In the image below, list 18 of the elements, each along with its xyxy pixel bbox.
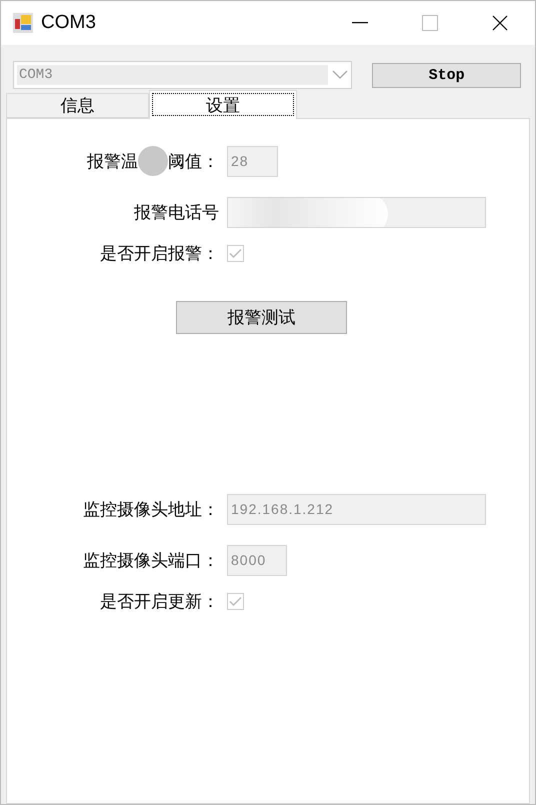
field-label: 报警温 [87, 150, 138, 172]
field-label: 监控摄像头地址： [83, 498, 219, 520]
minimize-icon [352, 22, 368, 24]
stop-button[interactable]: Stop [372, 62, 521, 88]
tab[interactable]: 信息 [6, 93, 149, 118]
window-title: COM3 [41, 12, 97, 34]
field-label: 是否开启报警： [100, 242, 219, 264]
close-icon [492, 15, 508, 31]
chevron-down-icon [332, 70, 348, 80]
redaction-blur [138, 146, 168, 176]
alarm-test-button[interactable]: 报警测试 [176, 300, 347, 334]
app-icon [13, 13, 33, 33]
field-label: 报警电话号 [134, 202, 219, 224]
maximize-icon [422, 15, 438, 31]
field-label: 监控摄像头端口： [83, 550, 219, 572]
field-label: 是否开启更新： [100, 590, 219, 612]
field-label: 阈值： [168, 150, 219, 172]
tab[interactable]: 设置 [149, 90, 297, 119]
